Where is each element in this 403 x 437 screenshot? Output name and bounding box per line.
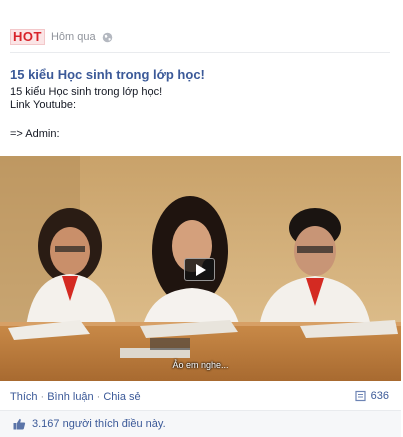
share-count-value: 636 <box>370 390 389 402</box>
likes-count-text[interactable]: 3.167 người thích điều này. <box>32 418 166 430</box>
post-text-line: 15 kiểu Học sinh trong lớp học! <box>10 86 163 98</box>
post-title[interactable]: 15 kiểu Học sinh trong lớp học! <box>10 67 205 82</box>
thumbs-up-icon <box>13 418 26 430</box>
comment-link[interactable]: Bình luận <box>47 391 93 403</box>
play-button[interactable] <box>184 258 215 281</box>
video-subtitle: Ảo em nghe... <box>172 360 229 370</box>
separator: · <box>96 391 101 403</box>
globe-icon <box>102 32 112 42</box>
post-text-line: => Admin: <box>10 128 60 140</box>
likes-summary: 3.167 người thích điều này. <box>0 410 401 437</box>
post-timestamp[interactable]: Hôm qua <box>51 31 96 43</box>
post-card: HOT Hôm qua 15 kiểu Học sinh trong lớp h… <box>0 0 403 437</box>
page-name-badge[interactable]: HOT <box>10 29 45 45</box>
video-player[interactable]: Ảo em nghe... <box>0 156 401 381</box>
header-divider <box>10 52 390 53</box>
post-text-line: Link Youtube: <box>10 99 77 111</box>
share-link[interactable]: Chia sẻ <box>103 391 140 403</box>
post-actions: Thích · Bình luận · Chia sẻ <box>10 391 141 403</box>
share-count[interactable]: 636 <box>355 390 389 402</box>
like-link[interactable]: Thích <box>10 391 38 403</box>
share-count-icon <box>355 390 366 402</box>
separator: · <box>40 391 45 403</box>
post-header: HOT Hôm qua <box>10 29 113 45</box>
